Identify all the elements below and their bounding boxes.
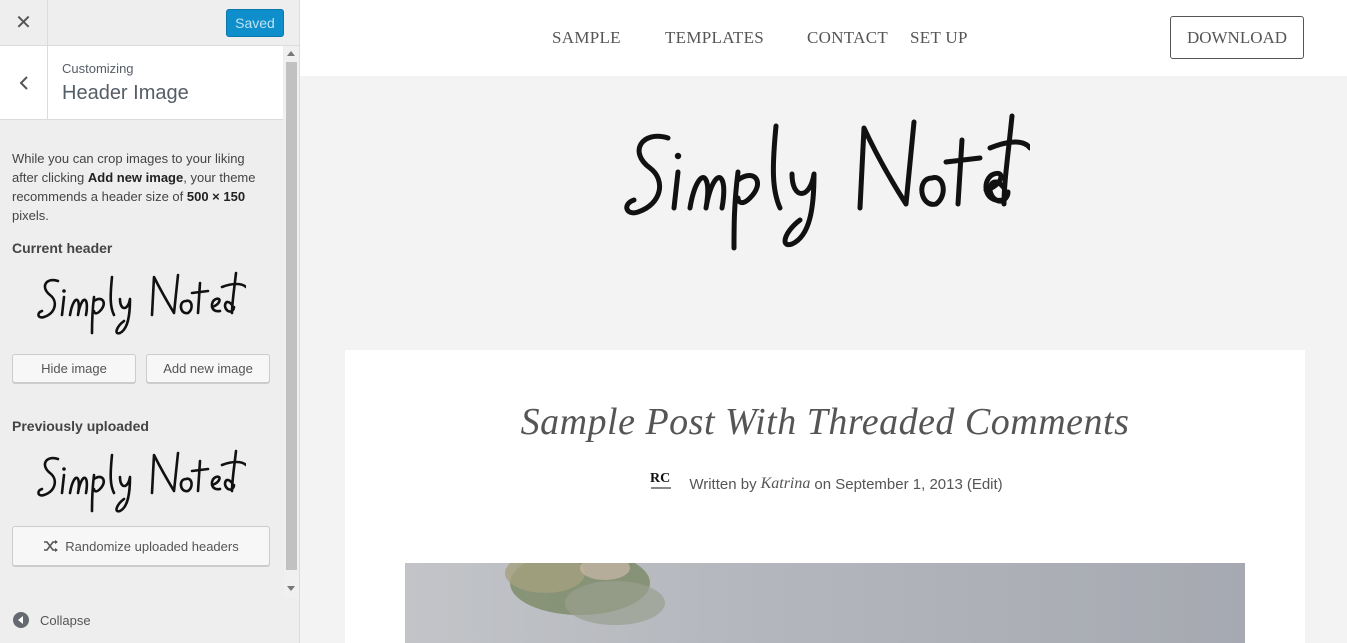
site-navigation: SAMPLE TEMPLATES CONTACT SET UP DOWNLOAD bbox=[300, 0, 1347, 76]
nav-item-sample[interactable]: SAMPLE bbox=[552, 28, 621, 48]
current-header-label: Current header bbox=[12, 240, 113, 256]
post-date[interactable]: September 1, 2013 bbox=[835, 476, 963, 493]
post-meta: RC Written by Katrina on September 1, 20… bbox=[345, 464, 1305, 494]
close-customizer-button[interactable]: ✕ bbox=[0, 0, 48, 45]
author-avatar: RC bbox=[647, 464, 678, 494]
hide-image-button[interactable]: Hide image bbox=[12, 354, 136, 383]
nav-item-set-up[interactable]: SET UP bbox=[910, 28, 968, 48]
post-title[interactable]: Sample Post With Threaded Comments bbox=[345, 400, 1305, 444]
randomize-label: Randomize uploaded headers bbox=[65, 538, 239, 554]
close-icon: ✕ bbox=[15, 12, 32, 34]
chevron-left-icon bbox=[19, 75, 28, 90]
customizer-header-bar: ✕ Saved bbox=[0, 0, 299, 46]
uploaded-header-thumbnail[interactable] bbox=[36, 445, 246, 515]
collapse-arrow-icon bbox=[13, 612, 29, 628]
scroll-down-arrow[interactable] bbox=[287, 586, 295, 591]
site-preview: SAMPLE TEMPLATES CONTACT SET UP DOWNLOAD… bbox=[300, 0, 1347, 643]
current-header-image[interactable] bbox=[36, 267, 246, 337]
previously-uploaded-label: Previously uploaded bbox=[12, 418, 149, 434]
site-header-logo[interactable] bbox=[620, 108, 1030, 253]
breadcrumb: Customizing bbox=[62, 61, 134, 76]
post-card: Sample Post With Threaded Comments RC Wr… bbox=[345, 350, 1305, 643]
header-size-description: While you can crop images to your liking… bbox=[12, 151, 256, 223]
saved-button[interactable]: Saved bbox=[226, 9, 284, 37]
section-header: Customizing Header Image bbox=[0, 46, 283, 120]
back-button[interactable] bbox=[0, 46, 48, 119]
nav-item-templates[interactable]: TEMPLATES bbox=[665, 28, 764, 48]
collapse-button[interactable]: Collapse bbox=[13, 612, 91, 628]
customizer-sidebar: ✕ Saved Customizing Header Image While y… bbox=[0, 0, 300, 643]
download-button[interactable]: DOWNLOAD bbox=[1170, 16, 1304, 59]
section-title: Header Image bbox=[62, 82, 189, 104]
add-new-image-button[interactable]: Add new image bbox=[146, 354, 270, 383]
edit-link[interactable]: (Edit) bbox=[967, 476, 1003, 493]
written-by-label: Written by bbox=[689, 475, 757, 493]
randomize-headers-button[interactable]: Randomize uploaded headers bbox=[12, 526, 270, 566]
featured-image[interactable] bbox=[405, 563, 1245, 643]
date-prefix: on bbox=[814, 475, 832, 493]
scroll-up-arrow[interactable] bbox=[287, 51, 295, 56]
collapse-label: Collapse bbox=[40, 612, 91, 628]
scroll-thumb[interactable] bbox=[286, 62, 297, 570]
shuffle-icon bbox=[43, 539, 59, 553]
author-link[interactable]: Katrina bbox=[761, 475, 811, 493]
avatar-initials: RC bbox=[650, 471, 670, 486]
sidebar-scrollbar[interactable] bbox=[284, 46, 299, 598]
nav-item-contact[interactable]: CONTACT bbox=[807, 28, 888, 48]
